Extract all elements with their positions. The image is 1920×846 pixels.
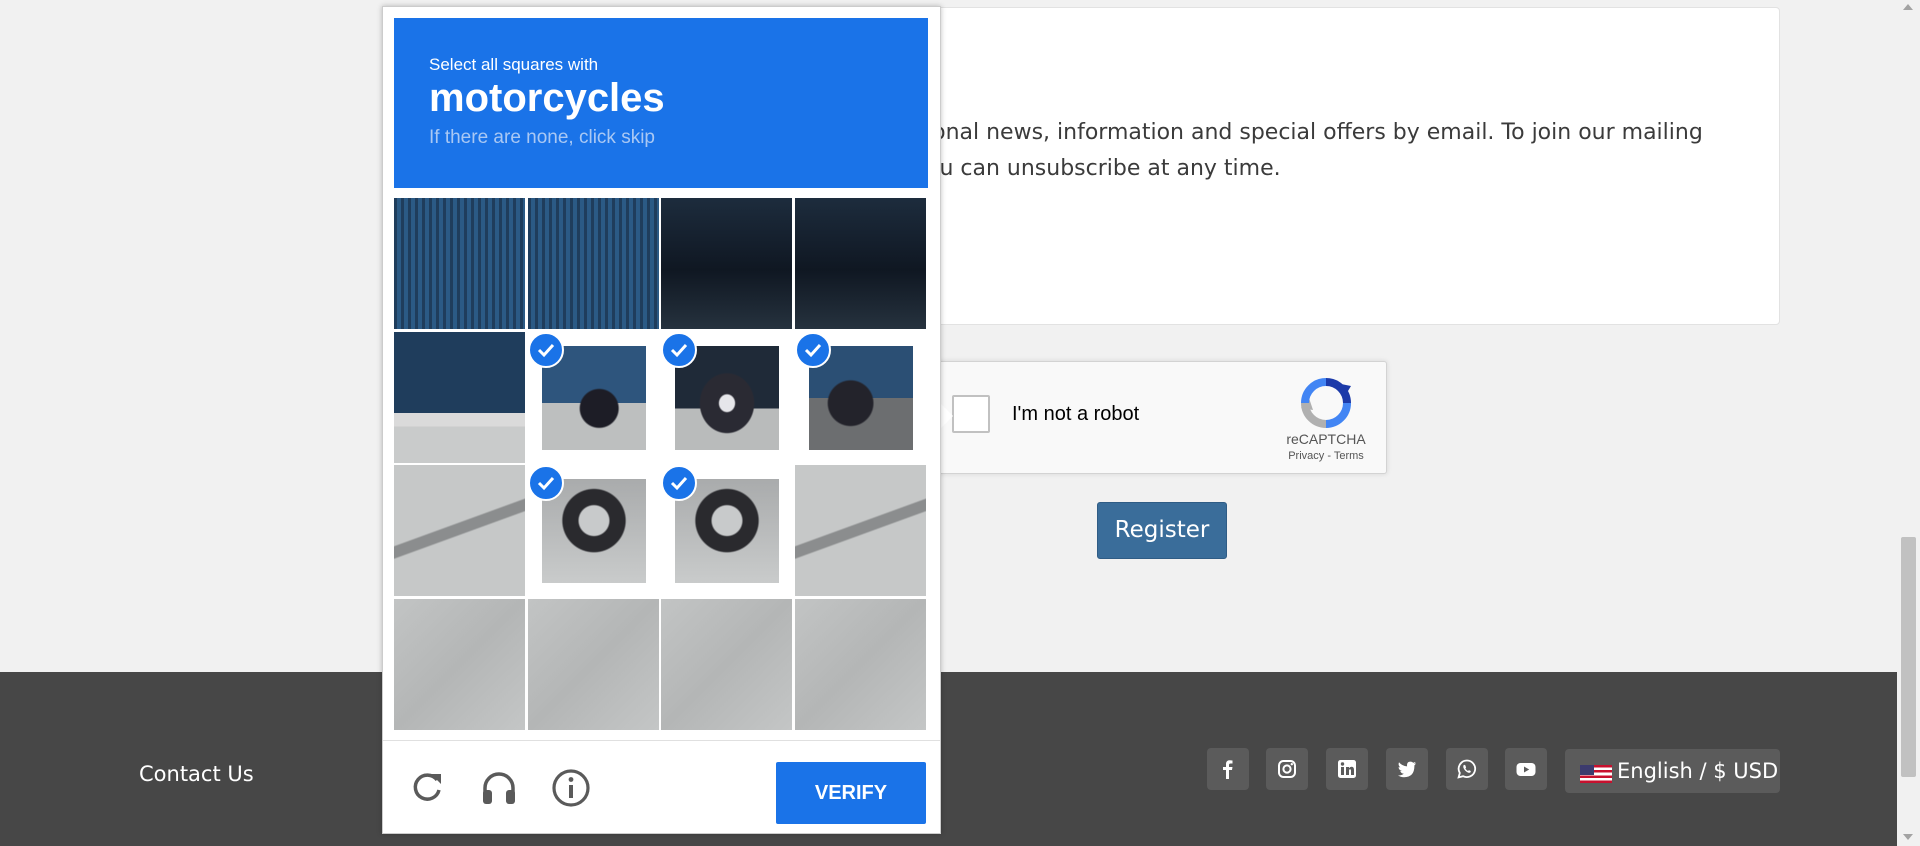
- instagram-icon: [1278, 760, 1296, 778]
- recaptcha-brand: reCAPTCHA: [1286, 431, 1366, 447]
- newsletter-text: ional news, information and special offe…: [926, 115, 1766, 187]
- newsletter-card: ional news, information and special offe…: [925, 7, 1780, 325]
- captcha-tile-image: [394, 598, 525, 730]
- captcha-tile-image: [527, 598, 659, 730]
- captcha-tile[interactable]: [661, 598, 792, 730]
- youtube-button[interactable]: [1505, 748, 1547, 790]
- captcha-tile-image: [527, 198, 659, 329]
- captcha-tile[interactable]: [527, 465, 659, 596]
- captcha-tile[interactable]: [794, 331, 926, 463]
- us-flag-icon: [1580, 765, 1612, 783]
- check-icon: [527, 465, 564, 501]
- challenge-image-grid: [394, 198, 928, 732]
- scroll-up-arrow-icon[interactable]: [1903, 4, 1913, 10]
- challenge-pointer: [939, 402, 953, 430]
- captcha-tile[interactable]: [527, 598, 659, 730]
- recaptcha-privacy-terms[interactable]: Privacy - Terms: [1265, 450, 1387, 462]
- info-icon[interactable]: [551, 768, 591, 808]
- recaptcha-checkbox[interactable]: [952, 395, 990, 433]
- newsletter-line-1: ional news, information and special offe…: [926, 120, 1703, 145]
- captcha-tile[interactable]: [794, 198, 926, 329]
- contact-us-link[interactable]: Contact Us: [139, 762, 254, 786]
- check-icon: [661, 465, 697, 501]
- recaptcha-challenge-popup: Select all squares with motorcycles If t…: [382, 6, 941, 834]
- challenge-target-object: motorcycles: [429, 76, 665, 120]
- captcha-tile[interactable]: [394, 598, 525, 730]
- linkedin-button[interactable]: [1326, 748, 1368, 790]
- youtube-icon: [1516, 763, 1536, 776]
- scrollbar-thumb[interactable]: [1901, 537, 1916, 777]
- recaptcha-widget: I'm not a robot reCAPTCHA Privacy - Term…: [930, 361, 1387, 474]
- captcha-tile[interactable]: [661, 331, 792, 463]
- captcha-tile-image: [794, 465, 926, 596]
- page-scrollbar[interactable]: [1897, 0, 1920, 846]
- captcha-tile[interactable]: [794, 465, 926, 596]
- captcha-tile[interactable]: [394, 465, 525, 596]
- verify-button[interactable]: VERIFY: [776, 762, 926, 824]
- recaptcha-logo-icon: [1301, 378, 1351, 428]
- twitter-icon: [1397, 761, 1416, 778]
- captcha-tile-image: [794, 198, 926, 329]
- check-icon: [527, 331, 564, 368]
- whatsapp-button[interactable]: [1446, 748, 1488, 790]
- captcha-tile-image: [394, 198, 525, 329]
- challenge-instruction: Select all squares with: [429, 55, 599, 74]
- audio-icon[interactable]: [479, 768, 519, 808]
- linkedin-icon: [1338, 760, 1356, 778]
- captcha-tile[interactable]: [661, 465, 792, 596]
- captcha-tile-image: [661, 598, 792, 730]
- captcha-tile[interactable]: [527, 331, 659, 463]
- scroll-down-arrow-icon[interactable]: [1903, 834, 1913, 840]
- captcha-tile-image: [661, 198, 792, 329]
- captcha-tile[interactable]: [394, 198, 525, 329]
- challenge-footer: VERIFY: [383, 740, 940, 834]
- captcha-tile-image: [394, 465, 525, 596]
- twitter-button[interactable]: [1386, 748, 1428, 790]
- facebook-icon: [1223, 760, 1233, 779]
- instagram-button[interactable]: [1266, 748, 1308, 790]
- captcha-tile-image: [794, 598, 926, 730]
- check-icon: [794, 331, 831, 368]
- captcha-tile[interactable]: [661, 198, 792, 329]
- recaptcha-label: I'm not a robot: [1012, 403, 1140, 425]
- captcha-tile[interactable]: [527, 198, 659, 329]
- language-currency-selector[interactable]: English / $ USD: [1565, 749, 1780, 793]
- challenge-skip-hint: If there are none, click skip: [429, 127, 655, 148]
- facebook-button[interactable]: [1207, 748, 1249, 790]
- captcha-tile[interactable]: [394, 331, 525, 463]
- whatsapp-icon: [1457, 759, 1477, 779]
- reload-icon[interactable]: [407, 768, 447, 808]
- site-footer: Contact Us English / $ USD: [0, 672, 1920, 846]
- check-icon: [661, 331, 697, 368]
- register-button[interactable]: Register: [1097, 502, 1227, 559]
- challenge-header: Select all squares with motorcycles If t…: [394, 18, 928, 188]
- captcha-tile-image: [394, 331, 525, 463]
- newsletter-line-2: ou can unsubscribe at any time.: [926, 156, 1281, 181]
- language-currency-label: English / $ USD: [1617, 759, 1779, 783]
- captcha-tile[interactable]: [794, 598, 926, 730]
